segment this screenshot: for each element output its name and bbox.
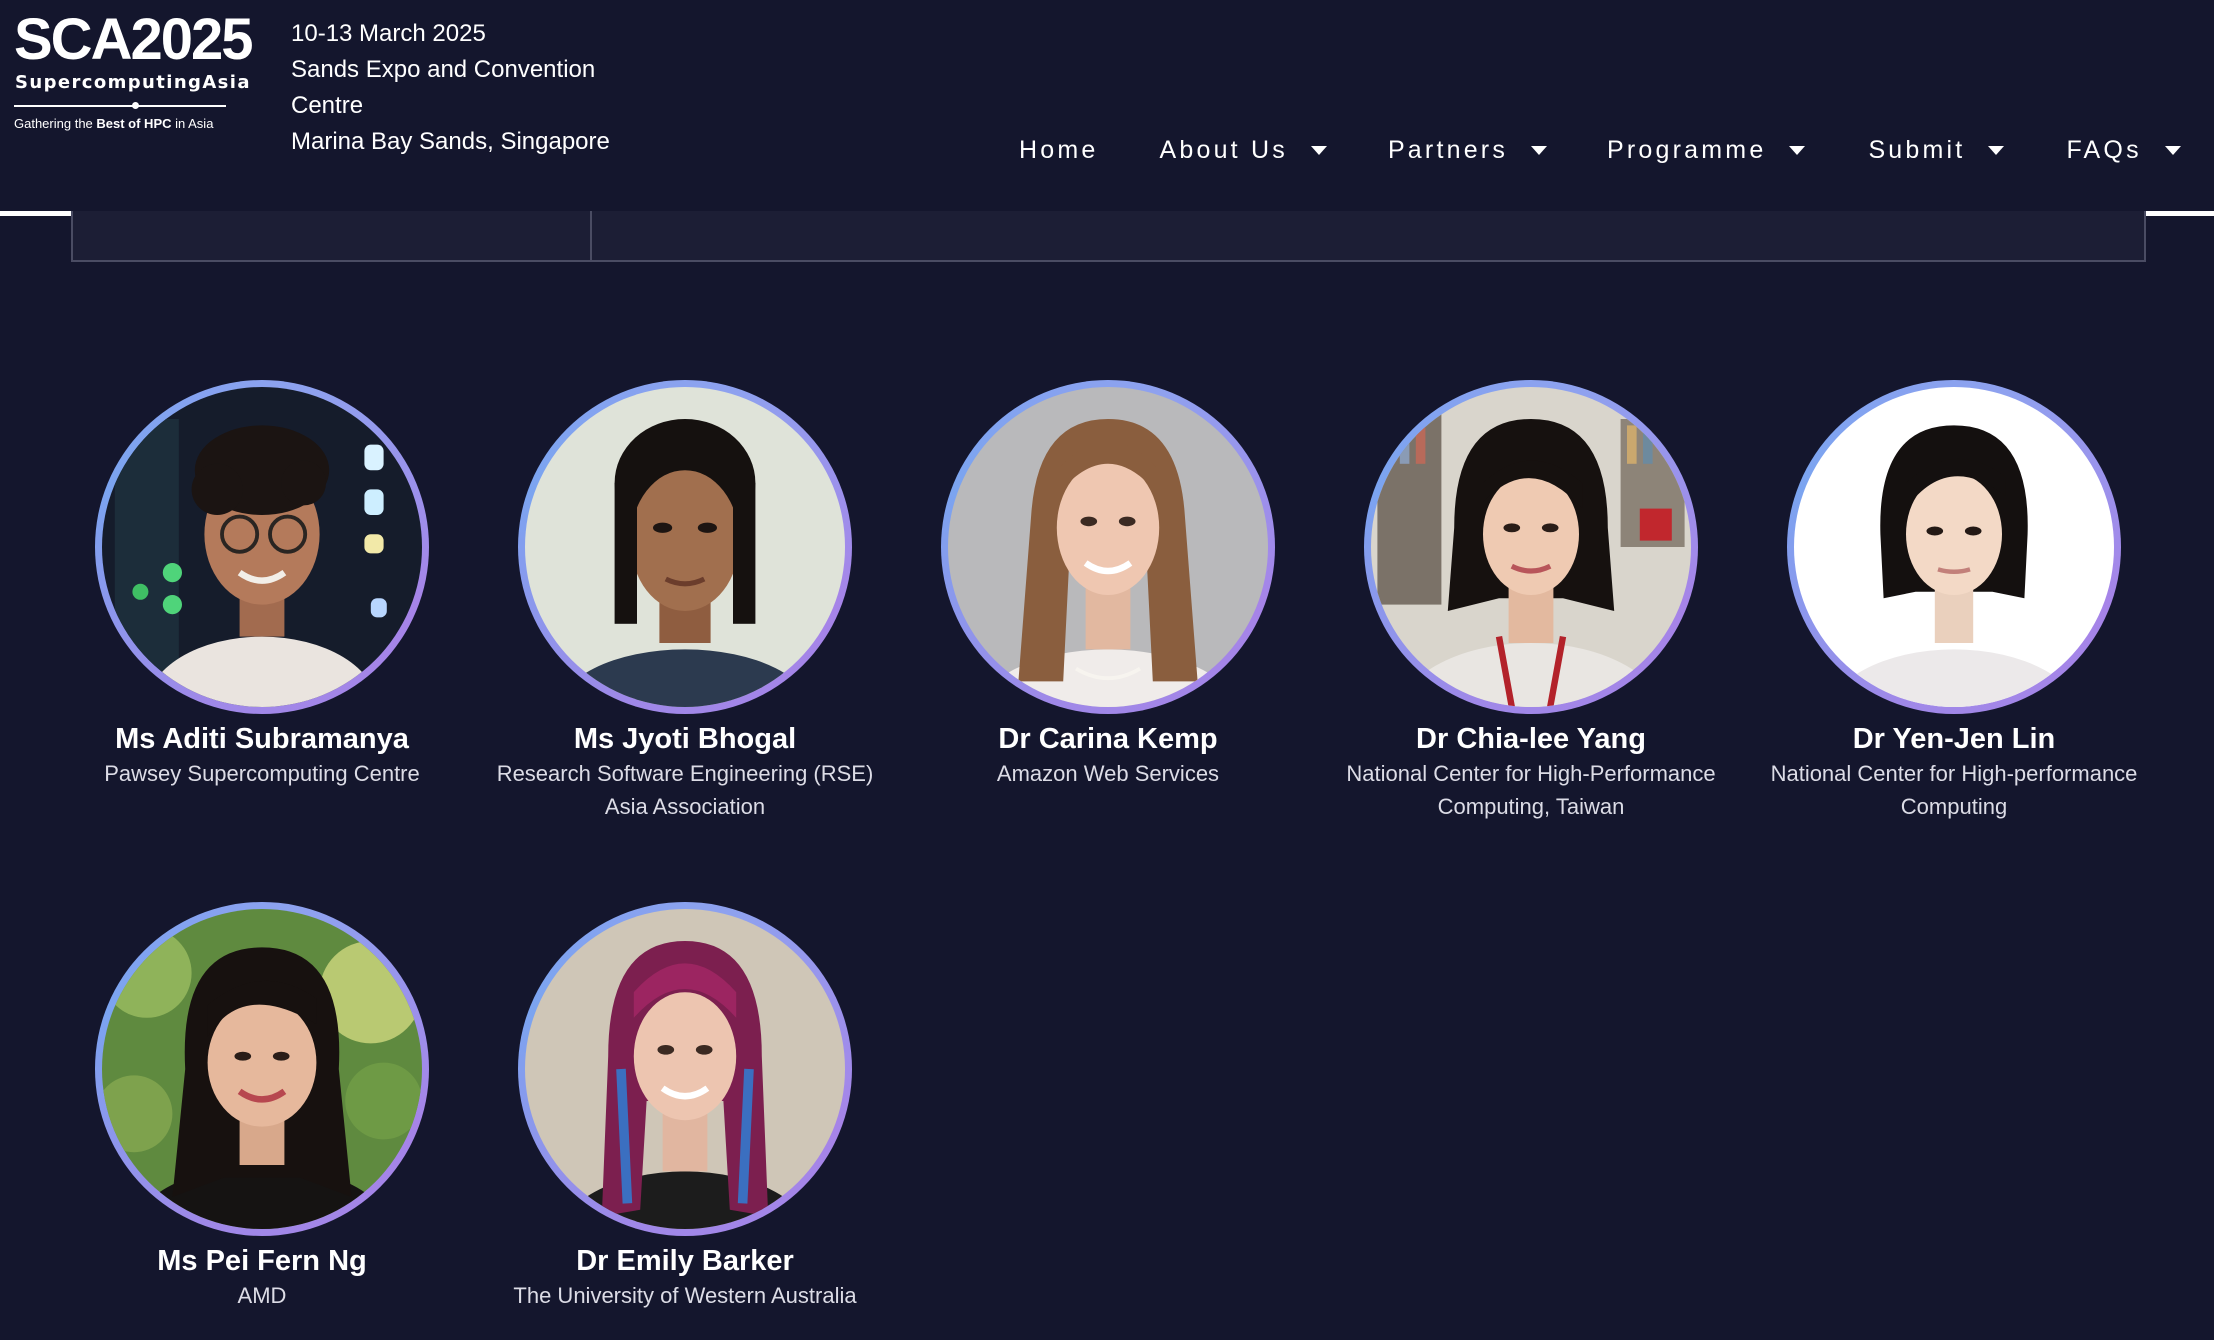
caret-down-icon bbox=[1789, 145, 1806, 155]
speaker-org: Research Software Engineering (RSE) Asia… bbox=[496, 761, 874, 819]
speaker-name: Ms Jyoti Bhogal bbox=[573, 723, 797, 755]
speaker-card[interactable]: Dr Emily Barker The University of Wester… bbox=[475, 902, 895, 1312]
speaker-org: Amazon Web Services bbox=[996, 761, 1220, 786]
sca2025-logo[interactable]: SCA2025 SupercomputingAsia Gathering the… bbox=[14, 10, 253, 131]
nav-partners[interactable]: Partners bbox=[1387, 135, 1548, 165]
logo-divider bbox=[14, 105, 226, 107]
speaker-photo-ring bbox=[95, 902, 429, 1236]
nav-submit[interactable]: Submit bbox=[1868, 135, 2005, 165]
logo-tagline-suffix: in Asia bbox=[171, 116, 214, 131]
speaker-name: Dr Emily Barker bbox=[576, 1245, 794, 1277]
speaker-photo-ring bbox=[518, 380, 852, 714]
site-header: SCA2025 SupercomputingAsia Gathering the… bbox=[0, 0, 2214, 216]
logo-wordmark: SCA2025 bbox=[14, 7, 253, 72]
speaker-name: Ms Aditi Subramanya bbox=[115, 723, 409, 755]
caret-down-icon bbox=[1531, 145, 1548, 155]
speaker-photo-ring bbox=[1364, 380, 1698, 714]
speaker-photo-ring bbox=[95, 380, 429, 714]
speaker-name: Dr Chia-lee Yang bbox=[1416, 723, 1646, 755]
speaker-card[interactable]: Ms Pei Fern Ng AMD bbox=[52, 902, 472, 1312]
speaker-photo-ring bbox=[518, 902, 852, 1236]
logo-subtitle: SupercomputingAsia bbox=[15, 72, 251, 93]
speaker-photo bbox=[948, 387, 1268, 707]
nav-about-us-label: About Us bbox=[1159, 135, 1288, 164]
caret-down-icon bbox=[1310, 145, 1327, 155]
speaker-org: Pawsey Supercomputing Centre bbox=[104, 761, 420, 786]
speaker-photo bbox=[525, 909, 845, 1229]
speaker-name: Dr Carina Kemp bbox=[998, 723, 1218, 755]
event-venue-line2: Centre bbox=[291, 92, 364, 119]
logo-tagline: Gathering the Best of HPC in Asia bbox=[14, 116, 213, 131]
nav-faqs-label: FAQs bbox=[2066, 135, 2142, 164]
speaker-name: Dr Yen-Jen Lin bbox=[1852, 723, 2056, 755]
speaker-card[interactable]: Dr Yen-Jen Lin National Center for High-… bbox=[1744, 380, 2164, 823]
event-info: 10-13 March 2025 Sands Expo and Conventi… bbox=[291, 16, 651, 160]
table-column-divider bbox=[590, 211, 592, 260]
nav-home[interactable]: Home bbox=[1019, 136, 1099, 165]
speaker-photo bbox=[525, 387, 845, 707]
schedule-table-bottom bbox=[71, 211, 2146, 262]
speaker-photo bbox=[1371, 387, 1691, 707]
speaker-card[interactable]: Ms Aditi Subramanya Pawsey Supercomputin… bbox=[52, 380, 472, 790]
speaker-org: National Center for High-performance Com… bbox=[1770, 761, 2138, 819]
event-location: Marina Bay Sands, Singapore bbox=[291, 128, 610, 155]
speaker-photo bbox=[102, 909, 422, 1229]
speaker-photo-ring bbox=[941, 380, 1275, 714]
caret-down-icon bbox=[2164, 145, 2181, 155]
nav-partners-label: Partners bbox=[1387, 135, 1509, 164]
event-venue-line1: Sands Expo and Convention bbox=[291, 56, 596, 83]
logo-tagline-bold: Best of HPC bbox=[96, 116, 172, 131]
nav-home-label: Home bbox=[1019, 135, 1099, 164]
nav-about-us[interactable]: About Us bbox=[1160, 136, 1327, 165]
main-nav: Home About Us Partners Programme Submit … bbox=[1019, 130, 2181, 170]
nav-programme-label: Programme bbox=[1607, 135, 1767, 164]
speaker-org: The University of Western Australia bbox=[513, 1283, 857, 1308]
speaker-card[interactable]: Dr Chia-lee Yang National Center for Hig… bbox=[1321, 380, 1741, 823]
nav-programme[interactable]: Programme bbox=[1607, 135, 1806, 165]
speaker-org: National Center for High-Performance Com… bbox=[1346, 761, 1716, 819]
logo-tagline-prefix: Gathering the bbox=[14, 116, 97, 131]
speaker-org: AMD bbox=[237, 1283, 287, 1308]
speaker-card[interactable]: Ms Jyoti Bhogal Research Software Engine… bbox=[475, 380, 895, 823]
event-dates: 10-13 March 2025 bbox=[291, 20, 486, 47]
speaker-photo bbox=[1794, 387, 2114, 707]
speaker-name: Ms Pei Fern Ng bbox=[157, 1245, 367, 1277]
speaker-photo-ring bbox=[1787, 380, 2121, 714]
nav-faqs[interactable]: FAQs bbox=[2066, 135, 2181, 165]
speaker-card[interactable]: Dr Carina Kemp Amazon Web Services bbox=[898, 380, 1318, 790]
speaker-photo bbox=[102, 387, 422, 707]
caret-down-icon bbox=[1988, 145, 2005, 155]
logo-dot bbox=[132, 102, 139, 109]
nav-submit-label: Submit bbox=[1868, 135, 1966, 164]
